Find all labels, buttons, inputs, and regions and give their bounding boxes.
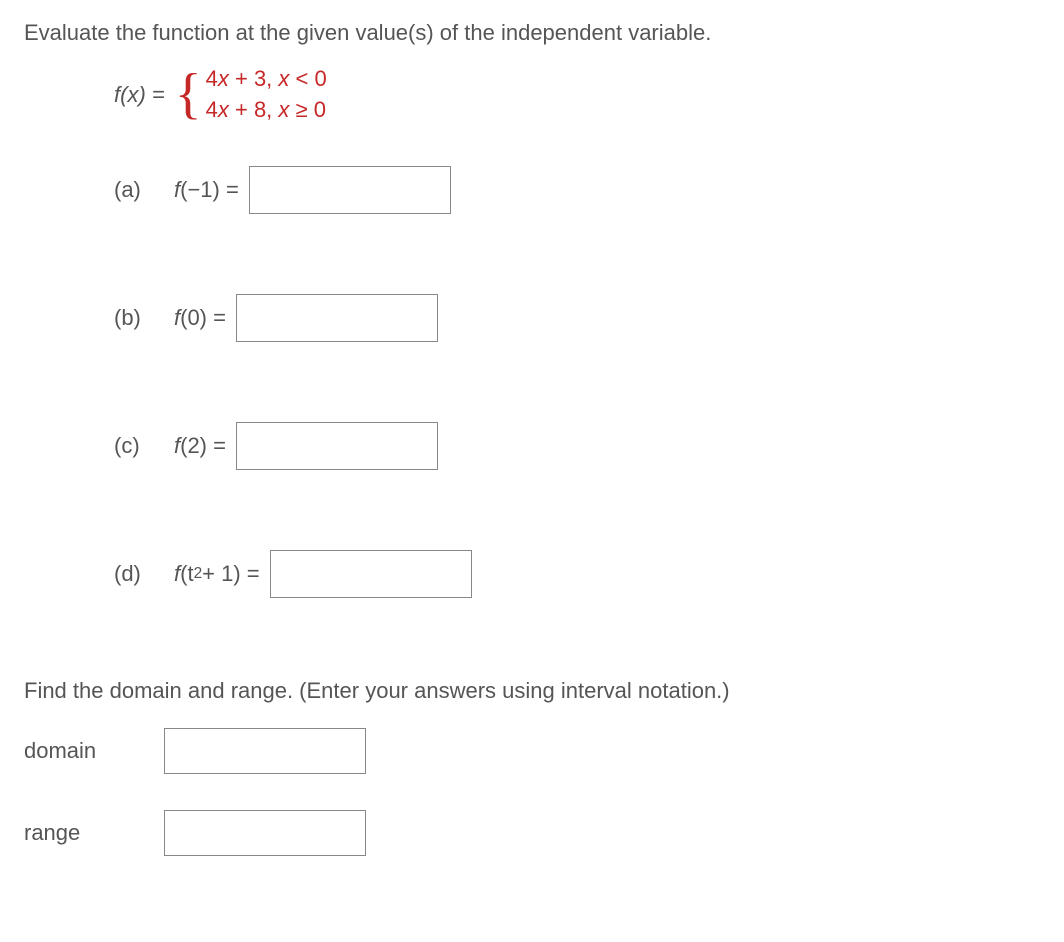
part-d-expr: f(t2 + 1) = — [174, 561, 260, 587]
part-b-label: (b) — [114, 305, 174, 331]
part-c-label: (c) — [114, 433, 174, 459]
part-a: (a) f(−1) = — [114, 166, 1040, 214]
part-b: (b) f(0) = — [114, 294, 1040, 342]
part-b-expr: f(0) = — [174, 305, 226, 331]
range-input[interactable] — [164, 810, 366, 856]
range-label: range — [24, 820, 164, 846]
part-d-input[interactable] — [270, 550, 472, 598]
piecewise-pieces: 4x + 3, x < 0 4x + 8, x ≥ 0 — [206, 64, 327, 126]
part-a-input[interactable] — [249, 166, 451, 214]
function-definition: f(x) = { 4x + 3, x < 0 4x + 8, x ≥ 0 — [114, 64, 1040, 126]
domain-input[interactable] — [164, 728, 366, 774]
instruction-text: Evaluate the function at the given value… — [24, 20, 1040, 46]
part-b-input[interactable] — [236, 294, 438, 342]
piece1-cond: x < 0 — [278, 66, 326, 91]
range-row: range — [24, 810, 1040, 856]
part-c-input[interactable] — [236, 422, 438, 470]
piece1-expr: 4x + 3, — [206, 66, 273, 91]
part-c: (c) f(2) = — [114, 422, 1040, 470]
part-c-expr: f(2) = — [174, 433, 226, 459]
domain-label: domain — [24, 738, 164, 764]
piece2-expr: 4x + 8, — [206, 97, 273, 122]
piece2-cond: x ≥ 0 — [278, 97, 326, 122]
part-a-label: (a) — [114, 177, 174, 203]
domain-row: domain — [24, 728, 1040, 774]
part-d: (d) f(t2 + 1) = — [114, 550, 1040, 598]
part-a-expr: f(−1) = — [174, 177, 239, 203]
part-d-label: (d) — [114, 561, 174, 587]
piecewise-brace: { — [175, 72, 202, 117]
domain-range-instruction: Find the domain and range. (Enter your a… — [24, 678, 1040, 704]
function-lhs: f(x) = — [114, 82, 165, 108]
